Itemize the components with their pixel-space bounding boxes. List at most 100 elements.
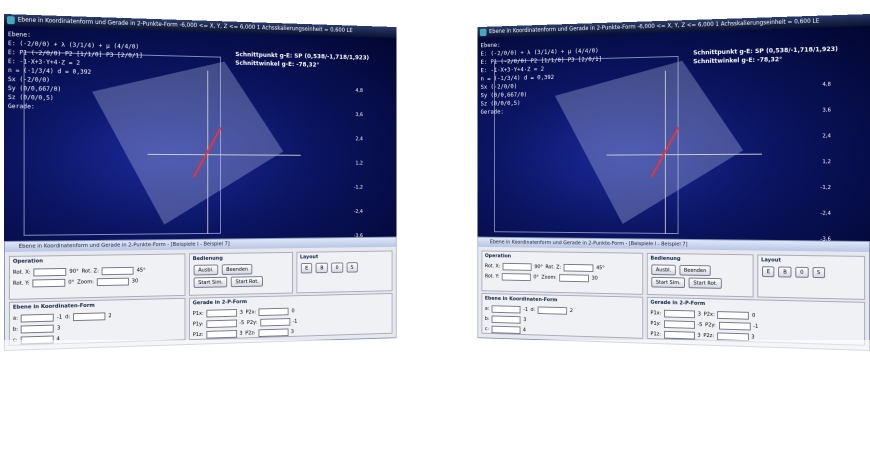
p2x-label: P2x: [703, 311, 715, 318]
p2y-spinner[interactable] [718, 321, 751, 330]
panel-title: Ebene in Koordinatenform und Gerade in 2… [4, 237, 396, 252]
rotx-label: Rot. X: [484, 263, 501, 269]
layout-e-button[interactable]: E [762, 266, 775, 278]
p1z-spinner[interactable] [205, 329, 237, 339]
beenden-button[interactable]: Beenden [679, 264, 711, 277]
ausbl-button[interactable]: Ausbl. [193, 264, 219, 276]
roty-spinner[interactable] [501, 272, 531, 281]
group-title: Bedienung [192, 255, 223, 263]
a-value: -1 [56, 314, 63, 321]
p1y-spinner[interactable] [205, 319, 237, 328]
p2y-spinner[interactable] [259, 317, 290, 327]
tick-label: 2,4 [822, 133, 831, 140]
p2y-value: -1 [292, 318, 298, 325]
a-value: -1 [523, 306, 528, 313]
zoom-label: Zoom: [77, 278, 95, 286]
rotz-value: 45° [596, 264, 605, 271]
rotx-spinner[interactable] [33, 267, 67, 276]
start-sim-button[interactable]: Start Sim. [193, 276, 228, 288]
zoom-spinner[interactable] [559, 273, 590, 282]
group-title: Layout [761, 257, 781, 264]
p1z-spinner[interactable] [663, 330, 695, 339]
a-spinner[interactable] [491, 304, 521, 314]
layout-s-button[interactable]: S [346, 262, 358, 273]
rotz-spinner[interactable] [101, 266, 134, 275]
p1y-value: -5 [239, 319, 245, 326]
plot-area[interactable]: Ebene: E: (-2/0/0) + λ (3/1/4) + μ (4/4/… [477, 26, 870, 241]
layout-0-button[interactable]: 0 [331, 262, 343, 273]
start-rot-button[interactable]: Start Rot. [688, 277, 723, 289]
c-spinner[interactable] [491, 325, 521, 334]
layout-s-button[interactable]: S [812, 267, 826, 279]
p1x-spinner[interactable] [206, 308, 238, 318]
p2x-spinner[interactable] [717, 310, 750, 320]
d-spinner[interactable] [73, 311, 106, 321]
rotx-spinner[interactable] [502, 262, 532, 271]
p2z-value: 3 [290, 328, 294, 335]
layout-b-button[interactable]: B [778, 266, 792, 278]
d-label: d: [530, 306, 536, 313]
start-rot-button[interactable]: Start Rot. [231, 276, 264, 288]
app-window-left: Ebene in Koordinatenform und Gerade in 2… [4, 14, 397, 354]
rotz-label: Rot. Z: [545, 264, 562, 270]
rotz-spinner[interactable] [563, 263, 594, 272]
tick-label: -2,4 [820, 210, 831, 217]
info-line: Gerade: [480, 107, 504, 116]
c-label: c: [484, 325, 489, 332]
d-value: 2 [108, 312, 112, 319]
beenden-button[interactable]: Beenden [221, 263, 253, 275]
tick-label: 1,2 [355, 160, 363, 167]
layout-0-button[interactable]: 0 [795, 266, 809, 278]
info-line: Gerade: [7, 102, 35, 111]
p1x-label: P1x: [650, 309, 662, 316]
a-label: a: [484, 305, 490, 312]
p1z-label: P1z: [192, 331, 204, 338]
zoom-spinner[interactable] [96, 277, 129, 286]
roty-value: 0° [533, 274, 539, 280]
p1y-spinner[interactable] [663, 319, 695, 329]
layout-group: Layout E B 0 S [757, 254, 866, 300]
p2y-label: P2y: [246, 319, 258, 326]
plot-area[interactable]: Ebene: E: (-2/0/0) + λ (3/1/4) + μ (4/4/… [4, 26, 397, 241]
ausbl-button[interactable]: Ausbl. [651, 264, 676, 276]
d-spinner[interactable] [537, 306, 568, 315]
info-panel: Ebene: E: (-2/0/0) + λ (3/1/4) + μ (4/4/… [481, 38, 602, 116]
rotx-value: 90° [534, 263, 543, 270]
tick-label: -2,4 [353, 209, 363, 215]
a-spinner[interactable] [20, 313, 54, 323]
roty-value: 0° [68, 279, 75, 286]
b-value: 3 [523, 316, 527, 323]
gerade-group: Gerade in 2-P-Form P1x: 3 P2x: 0 P1y: -5 P2… [189, 293, 393, 341]
app-icon [6, 16, 15, 25]
operation-group: Operation Rot. X: 90° Rot. Z: 45° Rot. Y: 0… [481, 250, 644, 295]
tick-labels: 4,8 3,6 2,4 1,2 -1,2 -2,4 -3,6 [354, 79, 363, 241]
p1x-spinner[interactable] [663, 309, 695, 318]
p1z-label: P1z: [650, 330, 661, 337]
roty-spinner[interactable] [32, 278, 66, 287]
group-title: Bedienung [650, 255, 681, 262]
b-value: 3 [56, 324, 61, 331]
layout-e-button[interactable]: E [300, 262, 313, 274]
b-spinner[interactable] [491, 315, 521, 324]
ebene-group: Ebene in Koordinaten-Form a:-1 d:2 b:3 c… [481, 293, 644, 339]
p2x-label: P2x: [245, 309, 257, 315]
start-sim-button[interactable]: Start Sim. [651, 276, 686, 289]
rotx-value: 90° [69, 268, 79, 275]
p2x-spinner[interactable] [258, 307, 289, 316]
p2z-label: P2z: [703, 332, 715, 339]
roty-label: Rot. Y: [484, 273, 500, 280]
p1y-label: P1y: [650, 320, 661, 327]
tick-label: 3,6 [355, 112, 363, 118]
a-label: a: [12, 315, 18, 322]
rotx-label: Rot. X: [12, 269, 31, 276]
tick-label: -3,6 [820, 236, 831, 241]
group-title: Layout [299, 254, 319, 261]
bedienung-group: Bedienung Ausbl. Beenden Start Sim. Star… [189, 251, 293, 296]
tick-label: 4,8 [355, 88, 363, 94]
tick-label: 3,6 [822, 107, 831, 114]
tick-label: 4,8 [822, 81, 831, 88]
p2x-value: 0 [752, 312, 756, 319]
p2z-spinner[interactable] [258, 328, 289, 337]
layout-b-button[interactable]: B [315, 262, 328, 274]
b-spinner[interactable] [21, 324, 55, 334]
